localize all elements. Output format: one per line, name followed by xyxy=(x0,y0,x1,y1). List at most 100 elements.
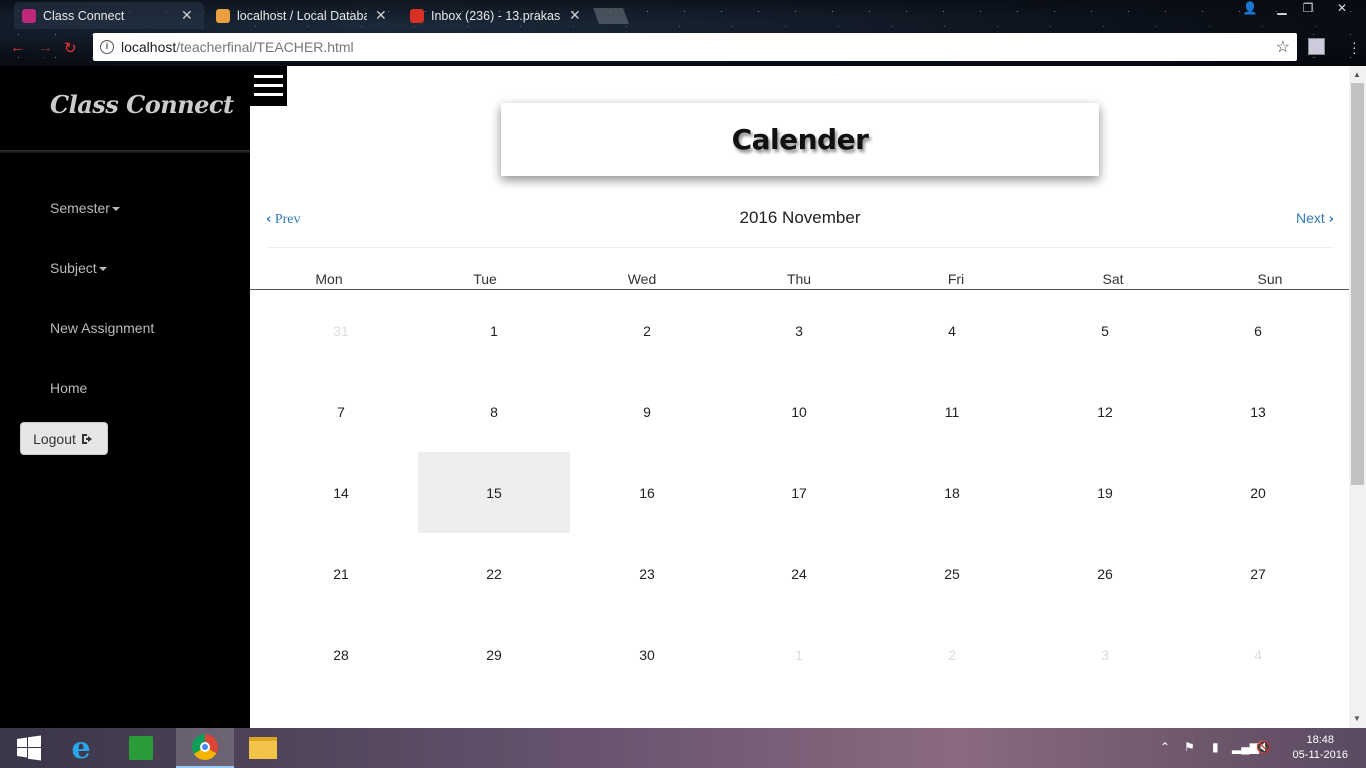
calendar-day[interactable]: 12 xyxy=(1029,371,1181,452)
tab-gmail[interactable]: Inbox (236) - 13.prakash ✕ xyxy=(402,2,592,29)
url-text[interactable]: localhost/teacherfinal/TEACHER.html xyxy=(121,39,354,55)
page-title-card: Calender xyxy=(501,103,1099,176)
calendar-day[interactable]: 24 xyxy=(723,533,875,614)
bookmark-star-icon[interactable]: ☆ xyxy=(1276,37,1290,57)
action-center-flag-icon[interactable]: ⚑ xyxy=(1184,740,1195,754)
start-button[interactable] xyxy=(0,728,58,768)
store-icon[interactable] xyxy=(112,728,170,768)
calendar-day[interactable]: 17 xyxy=(723,452,875,533)
forward-icon[interactable]: → xyxy=(38,39,53,56)
weekday-label: Wed xyxy=(627,271,657,287)
browser-chrome: Class Connect ✕ localhost / Local Databa… xyxy=(0,0,1366,66)
internet-explorer-icon[interactable]: e xyxy=(52,728,110,768)
calendar-day[interactable]: 23 xyxy=(571,533,723,614)
sidebar-item-subject[interactable]: Subject xyxy=(50,260,107,276)
calendar-day[interactable]: 2 xyxy=(571,290,723,371)
calendar-day[interactable]: 1 xyxy=(418,290,570,371)
url-path: /teacherfinal/TEACHER.html xyxy=(176,39,354,55)
calendar-day[interactable]: 20 xyxy=(1182,452,1334,533)
tab-phpmyadmin[interactable]: localhost / Local Databa ✕ xyxy=(208,2,398,29)
calendar-day[interactable]: 7 xyxy=(265,371,417,452)
tab-class-connect[interactable]: Class Connect ✕ xyxy=(14,2,204,29)
calendar-day[interactable]: 10 xyxy=(723,371,875,452)
sidebar-item-new-assignment[interactable]: New Assignment xyxy=(50,320,154,336)
file-explorer-icon[interactable] xyxy=(234,728,292,768)
calendar-day[interactable]: 26 xyxy=(1029,533,1181,614)
calendar-day[interactable]: 11 xyxy=(876,371,1028,452)
weekday-label: Sat xyxy=(1102,271,1124,287)
calendar-day[interactable]: 22 xyxy=(418,533,570,614)
sidebar-item-semester[interactable]: Semester xyxy=(50,200,120,216)
sidebar-item-label: New Assignment xyxy=(50,320,155,336)
calendar-day[interactable]: 31 xyxy=(265,290,417,371)
calendar-day[interactable]: 5 xyxy=(1029,290,1181,371)
calendar-day-today[interactable]: 15 xyxy=(418,452,570,533)
main-content: Calender ‹ Prev 2016 November Next › Mon… xyxy=(250,66,1349,728)
calendar-day[interactable]: 6 xyxy=(1182,290,1334,371)
weekday-label: Mon xyxy=(315,271,343,287)
profile-icon[interactable]: 👤 xyxy=(1240,0,1260,18)
calendar-day[interactable]: 8 xyxy=(418,371,570,452)
tab-title: Class Connect xyxy=(43,8,125,23)
close-tab-icon[interactable]: ✕ xyxy=(375,7,387,24)
calendar-day[interactable]: 13 xyxy=(1182,371,1334,452)
next-label: Next xyxy=(1295,210,1325,226)
close-window-icon[interactable]: ✕ xyxy=(1322,0,1362,18)
address-bar[interactable]: i localhost/teacherfinal/TEACHER.html ☆ xyxy=(93,33,1297,61)
restore-icon[interactable]: ❐ xyxy=(1296,0,1320,18)
battery-icon[interactable]: ▮ xyxy=(1212,740,1219,754)
scroll-down-icon[interactable]: ▼ xyxy=(1353,714,1361,723)
chrome-taskbar-icon[interactable] xyxy=(176,728,234,768)
logout-button[interactable]: Logout xyxy=(20,422,108,455)
calendar-day[interactable]: 29 xyxy=(418,614,570,695)
extension-icon[interactable] xyxy=(1308,38,1325,55)
volume-muted-icon[interactable]: 🔇 xyxy=(1256,740,1271,754)
sign-out-icon xyxy=(81,433,92,444)
scroll-up-icon[interactable]: ▲ xyxy=(1353,70,1361,79)
caret-down-icon xyxy=(111,207,120,212)
calendar-day[interactable]: 2 xyxy=(876,614,1028,695)
calendar-day[interactable]: 25 xyxy=(876,533,1028,614)
calendar-day[interactable]: 30 xyxy=(571,614,723,695)
calendar-day[interactable]: 21 xyxy=(265,533,417,614)
network-signal-icon[interactable]: ▂▄▆ xyxy=(1232,740,1259,754)
sidebar-item-home[interactable]: Home xyxy=(50,380,87,396)
class-connect-icon xyxy=(22,8,36,23)
calendar-day[interactable]: 4 xyxy=(1182,614,1334,695)
vertical-scrollbar[interactable]: ▲ ▼ xyxy=(1349,66,1366,728)
calendar-day[interactable]: 14 xyxy=(265,452,417,533)
month-label: 2016 November xyxy=(739,208,861,227)
calendar-day[interactable]: 18 xyxy=(876,452,1028,533)
scrollbar-thumb[interactable] xyxy=(1351,83,1364,485)
sidebar-item-label: Subject xyxy=(50,260,97,276)
calendar-day[interactable]: 27 xyxy=(1182,533,1334,614)
weekday-label: Sun xyxy=(1257,271,1283,287)
sidebar-item-label: Home xyxy=(50,380,88,396)
calendar-day[interactable]: 19 xyxy=(1029,452,1181,533)
weekday-header: Mon Tue Wed Thu Fri Sat Sun xyxy=(250,270,1349,290)
close-tab-icon[interactable]: ✕ xyxy=(181,7,193,24)
calendar-day[interactable]: 1 xyxy=(723,614,875,695)
calendar-day[interactable]: 9 xyxy=(571,371,723,452)
chrome-menu-icon[interactable]: · · · xyxy=(1352,35,1357,59)
calendar-day[interactable]: 3 xyxy=(723,290,875,371)
reload-icon[interactable]: ↻ xyxy=(64,39,77,57)
info-icon[interactable]: i xyxy=(100,40,114,54)
brand-logo[interactable]: Class Connect xyxy=(50,90,234,119)
system-clock[interactable]: 18:48 05-11-2016 xyxy=(1293,733,1348,763)
next-month-link[interactable]: Next › xyxy=(1296,210,1334,227)
url-host: localhost xyxy=(121,39,177,55)
calendar-day[interactable]: 3 xyxy=(1029,614,1181,695)
calendar-day[interactable]: 28 xyxy=(265,614,417,695)
calendar-day[interactable]: 16 xyxy=(571,452,723,533)
close-tab-icon[interactable]: ✕ xyxy=(569,7,581,24)
weekday-label: Fri xyxy=(947,271,965,287)
minimize-icon[interactable]: ▁ xyxy=(1270,0,1294,18)
logout-label: Logout xyxy=(33,430,76,447)
windows-logo-icon xyxy=(17,735,41,761)
new-tab-button[interactable] xyxy=(593,8,629,24)
show-hidden-icons-icon[interactable]: ⌃ xyxy=(1160,740,1170,754)
calendar-day[interactable]: 4 xyxy=(876,290,1028,371)
caret-down-icon xyxy=(98,267,107,272)
back-icon[interactable]: ← xyxy=(10,39,25,56)
